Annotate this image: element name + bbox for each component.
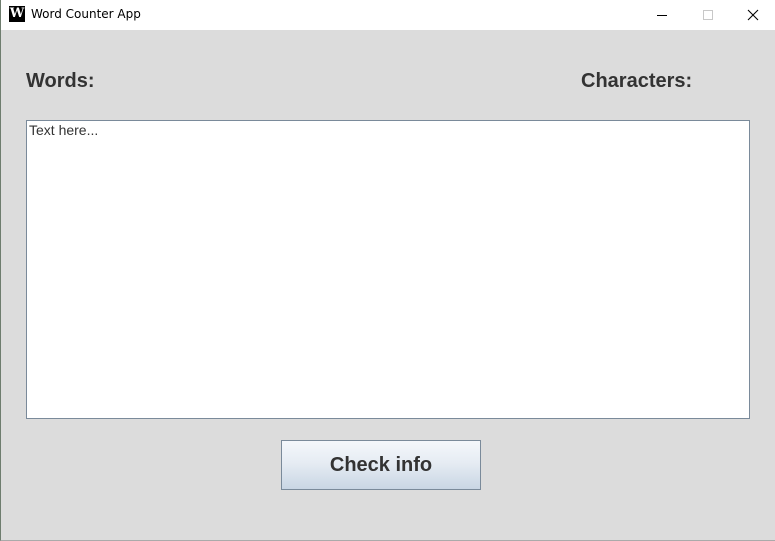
minimize-icon — [657, 15, 667, 16]
close-button[interactable] — [730, 0, 775, 30]
characters-label: Characters: — [581, 70, 693, 92]
content-panel: Words: Characters: Text here... Check in… — [1, 30, 775, 540]
app-window: W Word Counter App Words: Characters: Te… — [0, 0, 775, 541]
minimize-button[interactable] — [639, 0, 685, 30]
maximize-icon — [703, 10, 713, 20]
words-label: Words: — [26, 70, 95, 92]
text-input-area[interactable]: Text here... — [26, 120, 750, 419]
check-info-button[interactable]: Check info — [281, 440, 481, 490]
window-title: Word Counter App — [31, 7, 141, 21]
title-bar[interactable]: W Word Counter App — [1, 0, 775, 30]
app-icon: W — [9, 6, 25, 22]
close-icon — [747, 9, 759, 21]
maximize-button[interactable] — [685, 0, 731, 30]
